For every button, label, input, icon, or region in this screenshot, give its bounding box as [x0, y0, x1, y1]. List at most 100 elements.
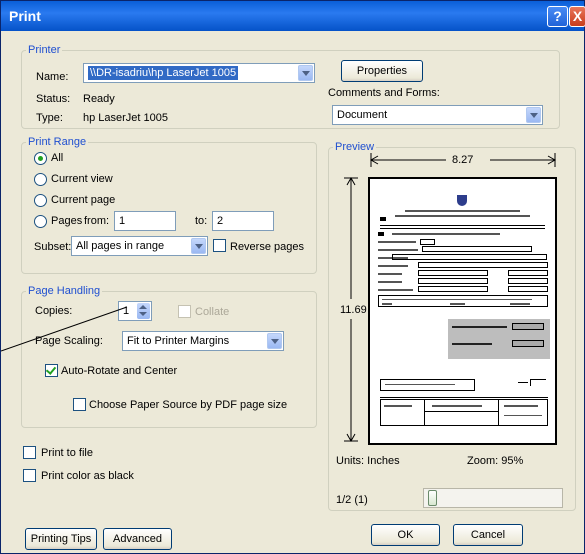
doc-box [378, 295, 548, 307]
page-preview [368, 177, 557, 445]
pages-to-label: to: [195, 215, 208, 227]
properties-button[interactable]: Properties [341, 60, 423, 82]
doc-line [385, 384, 455, 385]
print-dialog: Print ? X Printer Name: \\DR-isadriu\hp … [0, 0, 585, 554]
doc-box [418, 278, 488, 284]
doc-box [380, 399, 548, 426]
radio-current-page[interactable] [34, 194, 47, 207]
printer-name-value: \\DR-isadriu\hp LaserJet 1005 [88, 66, 239, 80]
doc-line [384, 405, 412, 407]
print-to-file-label: Print to file [41, 447, 93, 459]
printer-type-label: Type: [36, 112, 63, 124]
pages-from-label: from: [84, 215, 110, 227]
spin-up-icon[interactable] [139, 305, 147, 309]
doc-box [418, 262, 548, 268]
chevron-down-icon[interactable] [267, 333, 282, 349]
print-to-file-checkbox[interactable] [23, 446, 36, 459]
radio-all[interactable] [34, 152, 47, 165]
pages-from-input[interactable]: 1 [114, 211, 176, 231]
collate-label: Collate [195, 306, 230, 318]
doc-rule [424, 399, 425, 426]
slider-thumb[interactable] [428, 490, 437, 506]
doc-rule [498, 399, 499, 426]
annotation-line [1, 306, 128, 352]
pages-to-input[interactable]: 2 [212, 211, 274, 231]
doc-box [422, 246, 532, 252]
doc-line [378, 241, 416, 243]
reverse-pages-checkbox[interactable] [213, 239, 226, 252]
subset-value: All pages in range [76, 240, 165, 252]
doc-box [512, 323, 544, 330]
doc-rule [518, 382, 528, 383]
title-bar: Print ? X [1, 1, 585, 31]
radio-current-page-label: Current page [51, 194, 116, 206]
doc-line [395, 215, 530, 217]
collate-checkbox[interactable] [178, 305, 191, 318]
auto-rotate-label: Auto-Rotate and Center [61, 365, 178, 377]
comments-forms-value: Document [337, 109, 388, 121]
doc-line [452, 343, 492, 345]
auto-rotate-checkbox[interactable] [45, 364, 58, 377]
paper-source-checkbox[interactable] [73, 398, 86, 411]
chevron-down-icon[interactable] [191, 238, 206, 254]
spin-down-icon[interactable] [139, 312, 147, 316]
radio-pages[interactable] [34, 215, 47, 228]
doc-line [510, 303, 530, 305]
chevron-down-icon[interactable] [298, 65, 313, 81]
advanced-button[interactable]: Advanced [103, 528, 172, 550]
doc-mark [380, 217, 386, 221]
doc-rule [530, 379, 546, 380]
print-color-black-label: Print color as black [41, 470, 134, 482]
doc-line [378, 281, 402, 283]
doc-line [382, 299, 532, 300]
doc-box [420, 239, 435, 245]
reverse-pages-label: Reverse pages [230, 241, 304, 253]
printer-status-value: Ready [83, 93, 115, 105]
page-counter: 1/2 (1) [336, 494, 368, 506]
help-button[interactable]: ? [547, 6, 568, 27]
doc-mark [378, 232, 384, 236]
doc-line [378, 273, 402, 275]
window-title: Print [9, 8, 41, 24]
doc-box [418, 286, 488, 292]
printer-status-label: Status: [36, 93, 71, 105]
doc-line [378, 265, 408, 267]
doc-line [378, 289, 413, 291]
radio-current-view[interactable] [34, 173, 47, 186]
units-label: Units: Inches [336, 455, 400, 467]
printing-tips-button[interactable]: Printing Tips [25, 528, 97, 550]
subset-select[interactable]: All pages in range [71, 236, 208, 256]
doc-line [382, 303, 392, 305]
print-range-legend: Print Range [28, 136, 87, 148]
radio-all-label: All [51, 152, 64, 164]
cancel-button[interactable]: Cancel [453, 524, 523, 546]
doc-box [392, 254, 547, 260]
copies-spinner[interactable] [137, 303, 150, 319]
page-slider[interactable] [423, 488, 563, 508]
doc-box [418, 270, 488, 276]
ok-button[interactable]: OK [371, 524, 440, 546]
doc-box [512, 340, 544, 347]
printer-name-label: Name: [36, 71, 69, 83]
close-button[interactable]: X [569, 6, 585, 27]
printer-legend: Printer [28, 44, 61, 56]
printer-name-select[interactable]: \\DR-isadriu\hp LaserJet 1005 [83, 63, 315, 83]
doc-rule [380, 225, 545, 226]
doc-rule [380, 397, 548, 398]
doc-line [392, 233, 500, 235]
print-color-black-checkbox[interactable] [23, 469, 36, 482]
comments-forms-label: Comments and Forms: [328, 87, 440, 99]
doc-rule [380, 228, 545, 229]
chevron-down-icon[interactable] [526, 107, 541, 123]
comments-forms-select[interactable]: Document [332, 105, 543, 125]
doc-line [504, 415, 542, 416]
doc-box [508, 278, 548, 284]
subset-label: Subset: [34, 241, 72, 253]
doc-box [508, 286, 548, 292]
doc-line [450, 303, 465, 305]
page-scaling-select[interactable]: Fit to Printer Margins [122, 331, 284, 351]
doc-box [380, 379, 475, 391]
page-scaling-value: Fit to Printer Margins [127, 335, 230, 347]
emblem-icon [457, 195, 467, 206]
radio-pages-label: Pages [51, 215, 83, 227]
